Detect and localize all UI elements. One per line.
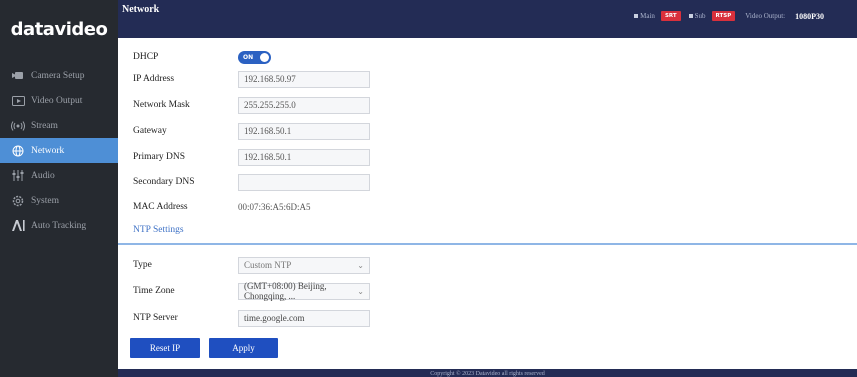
time-zone-row: Time Zone (GMT+08:00) Beijing, Chongqing… bbox=[133, 281, 370, 301]
ip-address-row: IP Address 192.168.50.97 bbox=[133, 70, 370, 88]
sidebar-nav: Camera Setup Video Output Stream Network… bbox=[0, 63, 118, 238]
globe-icon bbox=[11, 145, 25, 157]
network-mask-field[interactable]: 255.255.255.0 bbox=[238, 96, 370, 114]
secondary-dns-row: Secondary DNS bbox=[133, 173, 370, 191]
camera-icon bbox=[11, 70, 25, 82]
sidebar-item-video-output[interactable]: Video Output bbox=[0, 88, 118, 113]
stream-icon bbox=[11, 120, 25, 132]
apply-button[interactable]: Apply bbox=[209, 338, 278, 358]
ntp-type-select[interactable]: Custom NTP ⌄ bbox=[238, 256, 370, 274]
time-zone-value: (GMT+08:00) Beijing, Chongqing, ... bbox=[244, 281, 327, 301]
dhcp-toggle[interactable]: ON bbox=[238, 50, 271, 64]
dhcp-label: DHCP bbox=[133, 52, 159, 62]
reset-ip-button[interactable]: Reset IP bbox=[130, 338, 200, 358]
sidebar-item-stream[interactable]: Stream bbox=[0, 113, 118, 138]
main-indicator-icon bbox=[634, 14, 639, 18]
sidebar-item-label: Audio bbox=[31, 170, 55, 181]
sub-indicator-icon bbox=[688, 14, 693, 18]
gateway-row: Gateway 192.168.50.1 bbox=[133, 122, 370, 140]
time-zone-label: Time Zone bbox=[133, 286, 175, 296]
section-divider bbox=[118, 243, 857, 245]
sidebar-item-label: Stream bbox=[31, 120, 58, 131]
top-header: Network Main SRT Sub RTSP Video Output: … bbox=[118, 0, 857, 38]
gear-icon bbox=[11, 195, 25, 207]
sidebar-item-label: Video Output bbox=[31, 95, 83, 106]
network-mask-label: Network Mask bbox=[133, 100, 190, 110]
footer: Copyright © 2023 Datavideo all rights re… bbox=[118, 369, 857, 377]
secondary-dns-label: Secondary DNS bbox=[133, 177, 195, 187]
sub-protocol-badge: RTSP bbox=[711, 11, 736, 21]
time-zone-select[interactable]: (GMT+08:00) Beijing, Chongqing, ... ⌄ bbox=[238, 281, 370, 301]
page-title: Network bbox=[122, 4, 160, 15]
toggle-knob bbox=[260, 52, 269, 62]
sidebar: datavideo Camera Setup Video Output Stre… bbox=[0, 0, 118, 377]
sidebar-item-network[interactable]: Network bbox=[0, 138, 118, 163]
secondary-dns-field[interactable] bbox=[238, 173, 370, 191]
ntp-type-row: Type Custom NTP ⌄ bbox=[133, 256, 370, 274]
ntp-server-field[interactable]: time.google.com bbox=[238, 309, 370, 327]
network-mask-row: Network Mask 255.255.255.0 bbox=[133, 96, 370, 114]
primary-dns-row: Primary DNS 192.168.50.1 bbox=[133, 148, 370, 166]
ntp-server-label: NTP Server bbox=[133, 313, 178, 323]
sub-label: Sub bbox=[694, 12, 706, 20]
sidebar-item-audio[interactable]: Audio bbox=[0, 163, 118, 188]
mac-address-row: MAC Address 00:07:36:A5:6D:A5 bbox=[133, 198, 311, 216]
primary-dns-label: Primary DNS bbox=[133, 152, 185, 162]
sidebar-item-label: System bbox=[31, 195, 59, 206]
gateway-field[interactable]: 192.168.50.1 bbox=[238, 122, 370, 140]
primary-dns-field[interactable]: 192.168.50.1 bbox=[238, 148, 370, 166]
chevron-down-icon: ⌄ bbox=[357, 286, 364, 296]
ip-address-label: IP Address bbox=[133, 74, 175, 84]
chevron-down-icon: ⌄ bbox=[357, 260, 364, 270]
stream-status: Main SRT Sub RTSP Video Output: 1080P30 bbox=[634, 11, 824, 21]
sidebar-item-auto-tracking[interactable]: Auto Tracking bbox=[0, 213, 118, 238]
gateway-label: Gateway bbox=[133, 126, 167, 136]
sidebar-item-label: Auto Tracking bbox=[31, 220, 87, 231]
main-label: Main bbox=[640, 12, 655, 20]
sidebar-item-system[interactable]: System bbox=[0, 188, 118, 213]
dhcp-row: DHCP ON bbox=[133, 48, 271, 66]
dhcp-toggle-text: ON bbox=[243, 53, 254, 61]
mac-address-value: 00:07:36:A5:6D:A5 bbox=[238, 202, 311, 212]
logo-text: datavideo bbox=[10, 18, 108, 40]
video-output-label: Video Output: bbox=[745, 12, 786, 20]
audio-icon bbox=[11, 170, 25, 182]
network-settings-panel: DHCP ON IP Address 192.168.50.97 Network… bbox=[118, 38, 857, 369]
play-icon bbox=[11, 95, 25, 107]
ntp-type-label: Type bbox=[133, 260, 152, 270]
mac-address-label: MAC Address bbox=[133, 202, 188, 212]
ip-address-field[interactable]: 192.168.50.97 bbox=[238, 70, 370, 88]
sidebar-item-label: Network bbox=[31, 145, 65, 156]
video-output-value: 1080P30 bbox=[795, 11, 824, 21]
ntp-type-value: Custom NTP bbox=[244, 260, 292, 270]
datavideo-logo: datavideo bbox=[0, 0, 118, 58]
ai-icon bbox=[11, 220, 25, 232]
ntp-server-row: NTP Server time.google.com bbox=[133, 309, 370, 327]
sidebar-item-label: Camera Setup bbox=[31, 70, 85, 81]
ntp-settings-heading: NTP Settings bbox=[133, 225, 184, 235]
main-protocol-badge: SRT bbox=[660, 11, 681, 21]
sidebar-item-camera-setup[interactable]: Camera Setup bbox=[0, 63, 118, 88]
